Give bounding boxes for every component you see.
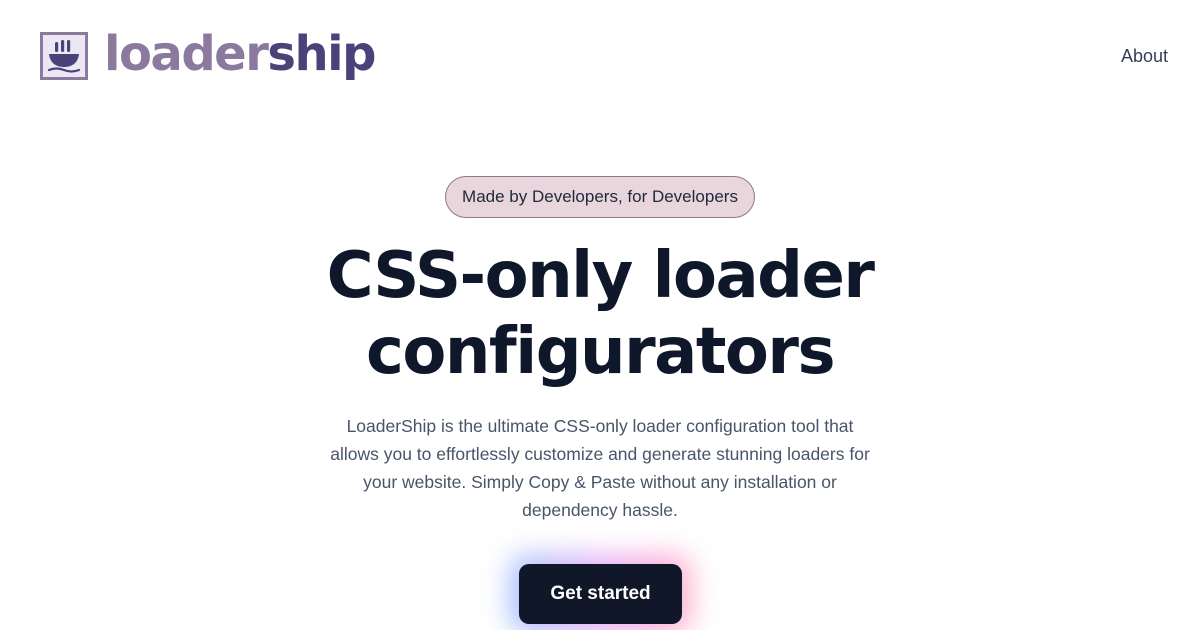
site-header: loadership About	[0, 0, 1200, 112]
hero-description: LoaderShip is the ultimate CSS-only load…	[330, 416, 870, 520]
hero-title-line-2: configurators	[365, 315, 836, 389]
logo-link[interactable]: loadership	[40, 26, 376, 84]
hero-badge: Made by Developers, for Developers	[445, 176, 755, 218]
logo-text-ship: ship	[267, 26, 376, 82]
loadership-logo-icon	[40, 32, 88, 80]
logo-wordmark: loadership	[104, 26, 376, 82]
hero-title: CSS-only loader configurators	[200, 238, 1000, 390]
hero-title-line-1: CSS-only loader	[326, 239, 875, 313]
logo-text-loader: loader	[104, 26, 269, 82]
nav-about-link[interactable]: About	[1121, 44, 1168, 68]
get-started-button[interactable]: Get started	[519, 564, 682, 624]
